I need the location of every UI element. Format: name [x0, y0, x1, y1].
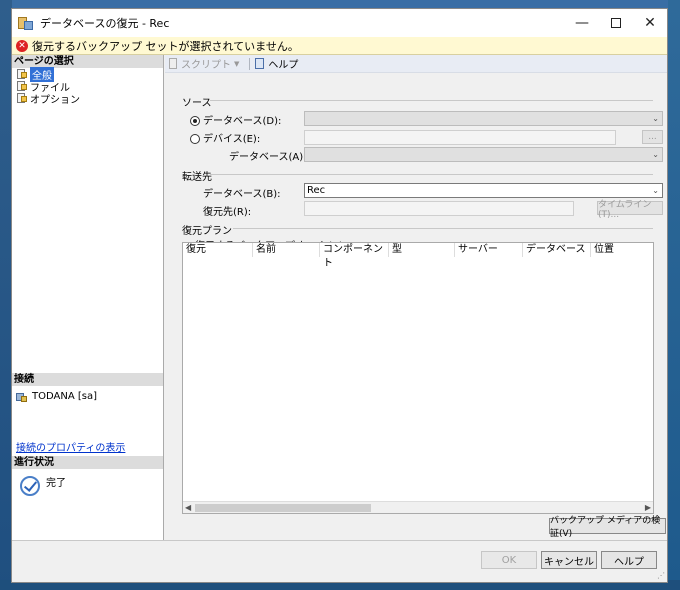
dialog-footer: OK キャンセル ヘルプ ⋰ — [12, 540, 667, 582]
main-content: スクリプト ▼ ヘルプ ソース データベース(D): ⌄ デバイス(E): ..… — [165, 55, 667, 540]
destination-database-label: データベース(B): — [203, 189, 281, 200]
script-label: スクリプト — [181, 60, 231, 71]
server-connection-icon — [16, 392, 28, 402]
error-icon: ✕ — [16, 39, 28, 52]
error-message: 復元するバックアップ セットが選択されていません。 — [32, 39, 299, 53]
close-button[interactable]: ✕ — [633, 9, 667, 37]
backup-sets-grid[interactable]: 復元 名前 コンポーネント 型 サーバー データベース 位置 ◀ ▶ — [182, 242, 654, 514]
script-icon — [167, 57, 179, 70]
page-icon — [16, 81, 28, 91]
column-header-restore[interactable]: 復元 — [183, 243, 253, 257]
radio-selected-icon — [190, 116, 200, 126]
chevron-down-icon: ▼ — [234, 59, 240, 68]
scroll-left-icon[interactable]: ◀ — [185, 503, 191, 512]
page-icon — [16, 93, 28, 103]
device-browse-button[interactable]: ... — [642, 130, 663, 144]
horizontal-scrollbar[interactable]: ◀ ▶ — [183, 501, 653, 513]
verify-backup-media-button[interactable]: バックアップ メディアの検証(V) — [549, 516, 666, 539]
column-header-name[interactable]: 名前 — [253, 243, 320, 257]
scroll-right-icon[interactable]: ▶ — [645, 503, 651, 512]
database-radio-option[interactable]: データベース(D): — [190, 112, 281, 127]
connection-label: TODANA [sa] — [32, 391, 97, 402]
help-icon — [254, 57, 266, 70]
page-icon — [16, 69, 28, 79]
column-header-component[interactable]: コンポーネント — [320, 243, 389, 269]
column-header-type[interactable]: 型 — [389, 243, 455, 257]
toolbar: スクリプト ▼ ヘルプ — [165, 55, 667, 73]
section-divider — [233, 228, 653, 229]
sidebar: ページの選択 全般 ファイル オプション 接続 TODANA [sa] 接続のプ… — [12, 55, 164, 540]
connection-properties-link[interactable]: 接続のプロパティの表示 — [16, 439, 125, 454]
database-radio-label: データベース(D): — [203, 116, 282, 127]
section-divider — [210, 100, 653, 101]
restore-to-label: 復元先(R): — [203, 207, 252, 218]
chevron-down-icon: ⌄ — [652, 186, 659, 195]
restore-database-icon — [18, 15, 34, 31]
scroll-thumb[interactable] — [195, 504, 371, 512]
window-controls: — ✕ — [565, 9, 667, 37]
device-field[interactable] — [304, 130, 616, 145]
sidebar-item-options[interactable]: オプション — [12, 92, 163, 106]
destination-section-title: 転送先 — [182, 172, 212, 183]
desktop-background-right — [668, 0, 680, 590]
maximize-icon — [611, 18, 621, 28]
maximize-button[interactable] — [599, 9, 633, 37]
chevron-down-icon: ⌄ — [652, 150, 659, 159]
script-button[interactable]: スクリプト ▼ — [167, 56, 239, 71]
radio-unselected-icon — [190, 134, 200, 144]
source-database-select[interactable]: ⌄ — [304, 111, 663, 126]
device-radio-label: デバイス(E): — [203, 134, 261, 145]
destination-database-value: Rec — [307, 185, 326, 196]
cancel-button[interactable]: キャンセル — [541, 551, 597, 569]
resize-grip-icon[interactable]: ⋰ — [657, 571, 665, 580]
connection-header: 接続 — [12, 373, 163, 386]
source-database-a-select[interactable]: ⌄ — [304, 147, 663, 162]
help-button-toolbar[interactable]: ヘルプ — [254, 56, 298, 71]
device-radio-option[interactable]: デバイス(E): — [190, 130, 260, 145]
toolbar-separator — [249, 57, 251, 70]
help-button[interactable]: ヘルプ — [601, 551, 657, 569]
connection-item: TODANA [sa] — [16, 391, 97, 402]
source-section-title: ソース — [182, 98, 212, 109]
restore-plan-section-title: 復元プラン — [182, 226, 232, 237]
timeline-button[interactable]: タイムライン(T)... — [597, 200, 663, 220]
title-bar: データベースの復元 - Rec — ✕ — [12, 9, 667, 37]
chevron-down-icon: ⌄ — [652, 114, 659, 123]
minimize-button[interactable]: — — [565, 9, 599, 37]
restore-to-field — [304, 201, 574, 216]
grid-header: 復元 名前 コンポーネント 型 サーバー データベース 位置 — [183, 243, 653, 269]
error-bar: ✕ 復元するバックアップ セットが選択されていません。 — [12, 37, 667, 55]
column-header-position[interactable]: 位置 — [591, 243, 653, 257]
column-header-database[interactable]: データベース — [523, 243, 591, 257]
window-title: データベースの復元 - Rec — [40, 17, 170, 30]
section-divider — [210, 174, 653, 175]
progress-header: 進行状況 — [12, 456, 163, 469]
column-header-server[interactable]: サーバー — [455, 243, 523, 257]
progress-status: 完了 — [46, 478, 66, 489]
checkmark-icon — [20, 476, 40, 496]
restore-database-dialog: データベースの復元 - Rec — ✕ ✕ 復元するバックアップ セットが選択さ… — [11, 8, 668, 583]
ok-button[interactable]: OK — [481, 551, 537, 569]
sidebar-item-label: オプション — [30, 94, 80, 106]
help-label: ヘルプ — [268, 60, 299, 71]
source-database-label: データベース(A): — [229, 152, 307, 163]
